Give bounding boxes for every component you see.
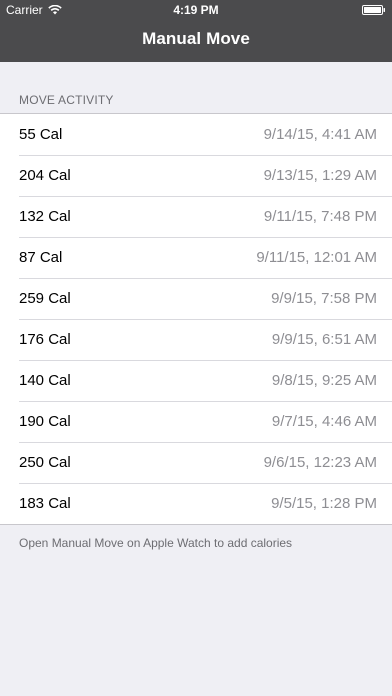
list-item[interactable]: 176 Cal 9/9/15, 6:51 AM [0, 319, 392, 360]
page-title: Manual Move [142, 29, 250, 48]
status-bar: Carrier 4:19 PM [0, 0, 392, 20]
calorie-value: 176 Cal [19, 331, 71, 348]
activity-list: 55 Cal 9/14/15, 4:41 AM 204 Cal 9/13/15, 1:… [0, 113, 392, 525]
list-item[interactable]: 183 Cal 9/5/15, 1:28 PM [0, 483, 392, 524]
activity-timestamp: 9/5/15, 1:28 PM [271, 495, 377, 512]
activity-timestamp: 9/13/15, 1:29 AM [263, 167, 377, 184]
activity-timestamp: 9/9/15, 7:58 PM [271, 290, 377, 307]
list-item[interactable]: 55 Cal 9/14/15, 4:41 AM [0, 114, 392, 155]
activity-timestamp: 9/11/15, 7:48 PM [263, 208, 377, 225]
list-item[interactable]: 190 Cal 9/7/15, 4:46 AM [0, 401, 392, 442]
activity-timestamp: 9/9/15, 6:51 AM [271, 331, 377, 348]
calorie-value: 132 Cal [19, 208, 71, 225]
calorie-value: 87 Cal [19, 249, 63, 266]
calorie-value: 140 Cal [19, 372, 71, 389]
list-item[interactable]: 250 Cal 9/6/15, 12:23 AM [0, 442, 392, 483]
header: Carrier 4:19 PM Manual Move [0, 0, 392, 62]
footer-note: Open Manual Move on Apple Watch to add c… [19, 536, 293, 550]
list-item[interactable]: 140 Cal 9/8/15, 9:25 AM [0, 360, 392, 401]
list-item[interactable]: 204 Cal 9/13/15, 1:29 AM [0, 155, 392, 196]
activity-timestamp: 9/7/15, 4:46 AM [271, 413, 377, 430]
status-time: 4:19 PM [173, 3, 219, 17]
activity-timestamp: 9/6/15, 12:23 AM [263, 454, 377, 471]
calorie-value: 204 Cal [19, 167, 71, 184]
list-item[interactable]: 87 Cal 9/11/15, 12:01 AM [0, 237, 392, 278]
section-header: MOVE ACTIVITY [19, 93, 114, 107]
activity-timestamp: 9/14/15, 4:41 AM [263, 126, 377, 143]
activity-timestamp: 9/11/15, 12:01 AM [256, 249, 377, 266]
battery-icon [362, 5, 385, 15]
list-item[interactable]: 132 Cal 9/11/15, 7:48 PM [0, 196, 392, 237]
calorie-value: 55 Cal [19, 126, 63, 143]
calorie-value: 190 Cal [19, 413, 71, 430]
app-screen: Carrier 4:19 PM Manual Move MOVE ACTIVIT… [0, 0, 392, 696]
calorie-value: 250 Cal [19, 454, 71, 471]
calorie-value: 259 Cal [19, 290, 71, 307]
activity-timestamp: 9/8/15, 9:25 AM [271, 372, 377, 389]
list-item[interactable]: 259 Cal 9/9/15, 7:58 PM [0, 278, 392, 319]
calorie-value: 183 Cal [19, 495, 71, 512]
